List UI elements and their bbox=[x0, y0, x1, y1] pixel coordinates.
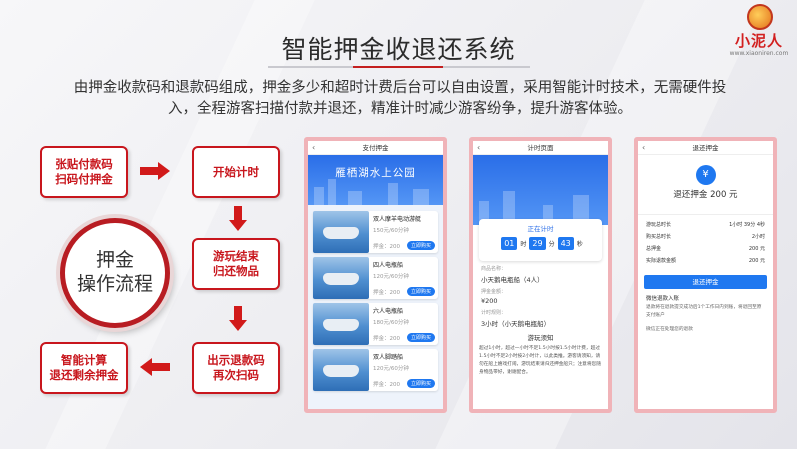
rule-value: 3小时（小天鹅电瓶船） bbox=[481, 320, 551, 328]
refund-button[interactable]: 退还押金 bbox=[644, 275, 767, 289]
flow-step-refund: 智能计算 退还剩余押金 bbox=[40, 342, 128, 394]
order-details: 商品名称： 小天鹅电瓶船（4人） 押金金额： ¥200 计时规则： 3小时（小天鹅电瓶… bbox=[473, 265, 608, 328]
deposit-value: ¥200 bbox=[481, 297, 498, 305]
boat-image bbox=[313, 303, 369, 345]
park-name: 雁栖湖水上公园 bbox=[335, 167, 416, 179]
buy-button[interactable]: 立即购买 bbox=[406, 287, 435, 296]
phone-header: 支付押金 bbox=[362, 144, 389, 152]
flow-step-pay: 张贴付款码 扫码付押金 bbox=[40, 146, 128, 198]
buy-button[interactable]: 立即购买 bbox=[406, 333, 435, 342]
detail-row: 游玩总时长 1小时 39分 4秒 bbox=[646, 222, 765, 228]
phone-pay-deposit: ‹ 支付押金 雁栖湖水上公园 双人摩羊电动游艇 150元/60分钟 押金：200 … bbox=[304, 137, 447, 413]
refund-title: 退还押金 200 元 bbox=[673, 190, 738, 200]
phone-header: 计时页面 bbox=[527, 144, 554, 152]
back-icon[interactable]: ‹ bbox=[312, 141, 315, 155]
boat-image bbox=[313, 211, 369, 253]
phone-timer: ‹ 计时页面 正在计时 01 时 29 分 43 秒 商品名称： 小天鹅电瓶船（4人） 押… bbox=[469, 137, 612, 413]
item-value: 小天鹅电瓶船（4人） bbox=[481, 276, 544, 284]
notice-title: 游玩须知 bbox=[527, 334, 554, 342]
list-item[interactable]: 双人摩羊电动游艇 150元/60分钟 押金：200 立即购买 bbox=[313, 211, 438, 253]
list-item[interactable]: 六人电瓶船 180元/60分钟 押金：200 立即购买 bbox=[313, 303, 438, 345]
timer-hours: 01 bbox=[501, 237, 518, 250]
mascot-icon bbox=[747, 4, 773, 30]
list-item[interactable]: 四人电瓶船 120元/60分钟 押金：200 立即购买 bbox=[313, 257, 438, 299]
flow-step-scan: 出示退款码 再次扫码 bbox=[192, 342, 280, 394]
intro-text: 由押金收款码和退款码组成，押金多少和超时计费后台可以自由设置，采用智能计时技术，… bbox=[73, 80, 727, 117]
timing-label: 正在计时 bbox=[527, 225, 554, 233]
detail-row: 总押金 200 元 bbox=[646, 246, 765, 252]
refund-status: 微信正在处理您的退款 bbox=[646, 327, 693, 332]
boat-image bbox=[313, 257, 369, 299]
yuan-icon: ¥ bbox=[695, 165, 716, 185]
title-divider bbox=[268, 66, 530, 68]
detail-row: 实际退款金额 200 元 bbox=[646, 258, 765, 264]
flow-step-timer: 开始计时 bbox=[192, 146, 280, 198]
refund-tip: 微信退款入账 退款将在退款提交成功后1个工作日内到账，将退回至原支付账户 bbox=[646, 296, 762, 318]
buy-button[interactable]: 立即购买 bbox=[406, 241, 435, 250]
phone-header: 退还押金 bbox=[692, 144, 719, 152]
park-banner: 雁栖湖水上公园 bbox=[308, 155, 443, 205]
refund-details: 游玩总时长 1小时 39分 4秒 购买总时长 2小时 总押金 200 元 实际退款金额… bbox=[638, 214, 773, 267]
timer-banner bbox=[473, 155, 608, 225]
detail-row: 购买总时长 2小时 bbox=[646, 234, 765, 240]
list-item[interactable]: 双人脚踏船 120元/60分钟 押金：200 立即购买 bbox=[313, 349, 438, 391]
flow-center-label: 押金 操作流程 bbox=[76, 249, 153, 295]
timer-minutes: 29 bbox=[529, 237, 546, 250]
back-icon[interactable]: ‹ bbox=[477, 141, 480, 155]
back-icon[interactable]: ‹ bbox=[642, 141, 645, 155]
timer-seconds: 43 bbox=[557, 237, 574, 250]
phone-refund: ‹ 退还押金 ¥ 退还押金 200 元 游玩总时长 1小时 39分 4秒 购买总时长… bbox=[634, 137, 777, 413]
buy-button[interactable]: 立即购买 bbox=[406, 379, 435, 388]
page-title: 智能押金收退还系统 bbox=[281, 35, 516, 64]
boat-image bbox=[313, 349, 369, 391]
notice-text: 超过1小时，超过一小时不足1.5小时按1.5小时计费，超过1.5小时不足2小时按… bbox=[479, 346, 601, 375]
timer-card: 正在计时 01 时 29 分 43 秒 bbox=[479, 219, 602, 261]
flow-step-return: 游玩结束 归还物品 bbox=[192, 238, 280, 290]
